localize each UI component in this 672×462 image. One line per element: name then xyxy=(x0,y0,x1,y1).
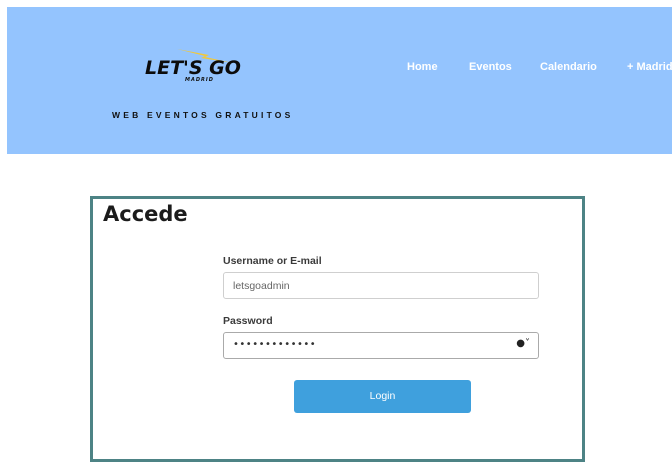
password-mask: ••••••••••••• xyxy=(233,339,317,350)
nav-item-eventos[interactable]: Eventos xyxy=(469,61,512,73)
password-field[interactable]: ••••••••••••• ●˅ xyxy=(223,332,539,359)
site-tagline: WEB EVENTOS GRATUITOS xyxy=(112,110,294,120)
key-dropdown-icon[interactable]: ●˅ xyxy=(516,338,530,349)
username-field[interactable]: letsgoadmin xyxy=(223,272,539,299)
page-title: Accede xyxy=(103,202,188,226)
logo-text: LET'S GO xyxy=(145,57,241,79)
username-value: letsgoadmin xyxy=(233,280,290,292)
logo-subtext: MADRID xyxy=(185,77,214,83)
nav-item-home[interactable]: Home xyxy=(407,61,438,73)
username-label: Username or E-mail xyxy=(223,255,322,267)
password-label: Password xyxy=(223,315,273,327)
login-button[interactable]: Login xyxy=(294,380,471,413)
login-card: Accede Username or E-mail letsgoadmin Pa… xyxy=(90,196,585,462)
nav-item-mas-madrid[interactable]: + Madrid xyxy=(627,61,672,73)
site-logo[interactable]: LET'S GO MADRID xyxy=(137,45,267,87)
nav-item-calendario[interactable]: Calendario xyxy=(540,61,597,73)
site-header: LET'S GO MADRID WEB EVENTOS GRATUITOS Ho… xyxy=(7,7,672,154)
